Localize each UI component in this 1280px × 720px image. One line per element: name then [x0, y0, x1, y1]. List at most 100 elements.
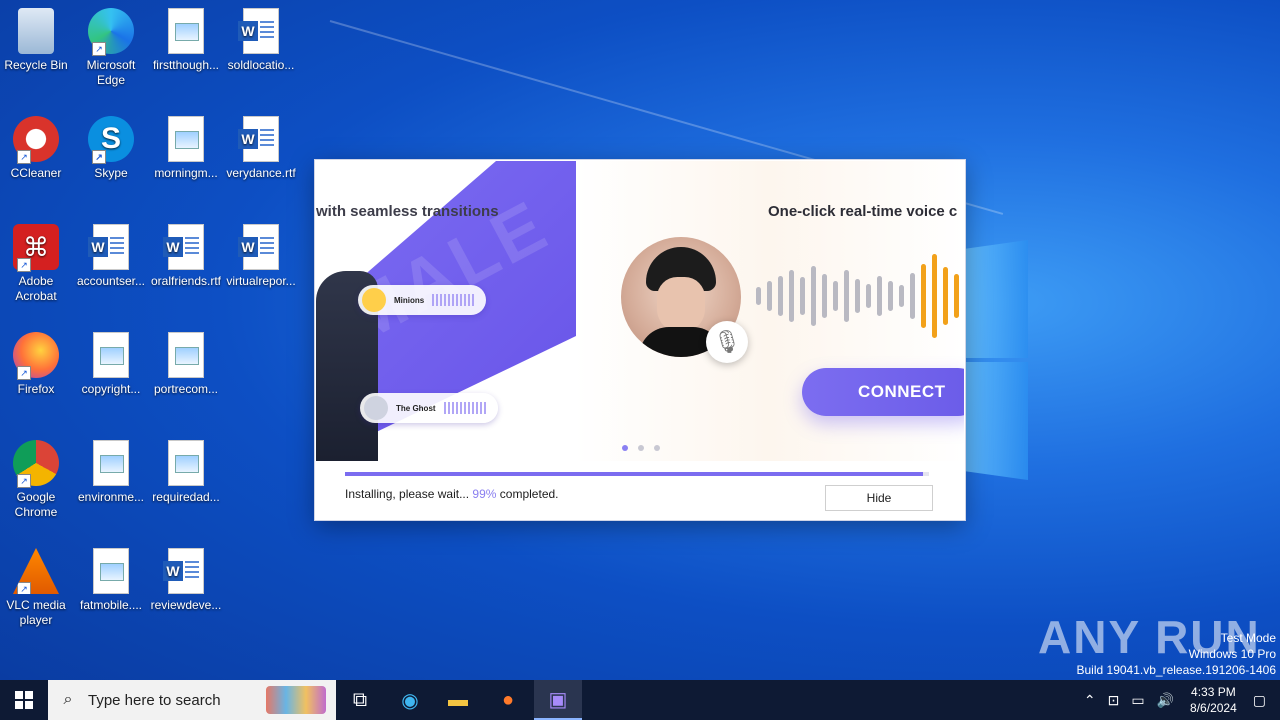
desktop-icon-label: portrecom...: [153, 382, 219, 396]
waveform-bar: [866, 284, 871, 308]
desktop-icon-label: VLC media player: [6, 598, 66, 627]
clock-time: 4:33 PM: [1191, 685, 1236, 699]
search-highlight-icon: [266, 686, 326, 714]
slide-dot-3[interactable]: [654, 445, 660, 451]
desktop-icon-label: reviewdeve...: [150, 598, 222, 612]
waveform-bar: [910, 273, 915, 319]
desktop-icon-label: soldlocatio...: [227, 58, 295, 72]
desktop-icon-vlc-media-player[interactable]: ↗ VLC media player: [0, 548, 72, 628]
voice-pill-minions: Minions: [358, 285, 487, 315]
waveform-bar: [855, 279, 860, 313]
hide-button[interactable]: Hide: [825, 485, 933, 511]
microphone-icon: 🎙: [706, 321, 748, 363]
desktop-icon-google-chrome[interactable]: ↗ Google Chrome: [0, 440, 72, 520]
voice-label-ghost: The Ghost: [396, 403, 436, 413]
desktop-icon-accountser[interactable]: Waccountser...: [75, 224, 147, 289]
chrome-icon: ↗: [13, 440, 59, 488]
edge-taskbar-icon[interactable]: ◉: [386, 680, 434, 720]
network-icon[interactable]: ▭: [1131, 692, 1144, 709]
waveform-bar: [767, 281, 772, 311]
waveform-bar: [954, 274, 959, 318]
connect-button[interactable]: CONNECT: [802, 368, 964, 416]
slide-dot-2[interactable]: [638, 445, 644, 451]
system-tray: ⌃ ⊡ ▭ 🔊 4:33 PM 8/6/2024 ▢: [1078, 680, 1280, 720]
desktop-icon-label: verydance.rtf: [226, 166, 296, 180]
file-explorer-icon[interactable]: ▬: [434, 680, 482, 720]
install-progress-bar: [345, 472, 929, 476]
search-icon: ⌕: [63, 691, 73, 708]
waveform-bar: [822, 274, 827, 318]
image-file-icon: [163, 332, 209, 378]
waveform-bar: [800, 277, 805, 315]
image-file-icon: [163, 440, 209, 486]
desktop-icon-skype[interactable]: S ↗ Skype: [75, 116, 147, 181]
desktop-icon-recycle-bin[interactable]: Recycle Bin: [0, 8, 72, 73]
desktop-icon-ccleaner[interactable]: ↗ CCleaner: [0, 116, 72, 181]
desktop-icon-fatmobile[interactable]: fatmobile....: [75, 548, 147, 613]
desktop-icon-requiredad[interactable]: requiredad...: [150, 440, 222, 505]
desktop-icon-adobe-acrobat[interactable]: ⌘ ↗ Adobe Acrobat: [0, 224, 72, 304]
volume-icon[interactable]: 🔊: [1157, 692, 1174, 709]
waveform-bar: [789, 270, 794, 322]
image-file-icon: [163, 8, 209, 54]
status-percent: 99%: [472, 487, 497, 501]
firefox-taskbar-icon[interactable]: ●: [484, 680, 532, 720]
word-doc-icon: W: [163, 224, 209, 270]
desktop-icon-oralfriends-rtf[interactable]: Woralfriends.rtf: [150, 224, 222, 289]
desktop-icon-label: Firefox: [17, 382, 55, 396]
desktop-icon-label: CCleaner: [10, 166, 62, 180]
slide-indicator: [622, 445, 660, 451]
desktop-icon-verydance-rtf[interactable]: Wverydance.rtf: [225, 116, 297, 181]
task-view-icon[interactable]: ⧉: [336, 680, 384, 720]
clock-date: 8/6/2024: [1190, 701, 1237, 715]
waveform-bar: [833, 281, 838, 311]
installer-taskbar-icon[interactable]: ▣: [534, 680, 582, 720]
desktop-icon-label: Google Chrome: [14, 490, 58, 519]
desktop-icon-firefox[interactable]: ↗ Firefox: [0, 332, 72, 397]
start-button[interactable]: [0, 680, 48, 720]
clock[interactable]: 4:33 PM 8/6/2024: [1190, 684, 1237, 716]
ghost-avatar: [364, 396, 388, 420]
desktop-icon-label: morningm...: [154, 166, 218, 180]
notifications-icon[interactable]: ▢: [1253, 692, 1266, 709]
recycle-bin-icon: [18, 8, 54, 54]
desktop-icon-virtualrepor[interactable]: Wvirtualrepor...: [225, 224, 297, 289]
word-doc-icon: W: [88, 224, 134, 270]
desktop-icon-environme[interactable]: environme...: [75, 440, 147, 505]
taskbar-search[interactable]: ⌕ Type here to search: [48, 680, 336, 720]
wave-icon: [432, 294, 477, 306]
taskbar: ⌕ Type here to search ⧉ ◉ ▬ ● ▣ ⌃ ⊡ ▭ 🔊 …: [0, 680, 1280, 720]
promo-slide: MALE with seamless transitions One-click…: [316, 161, 964, 461]
desktop-icon-label: fatmobile....: [79, 598, 143, 612]
desktop-icon-label: Recycle Bin: [4, 58, 68, 72]
desktop-icon-copyright[interactable]: copyright...: [75, 332, 147, 397]
network-adapter-icon[interactable]: ⊡: [1108, 692, 1120, 709]
windows-icon: [15, 691, 33, 709]
system-info: Test Mode Windows 10 Pro Build 19041.vb_…: [1077, 630, 1277, 678]
desktop-icon-label: virtualrepor...: [226, 274, 296, 288]
chevron-up-icon[interactable]: ⌃: [1084, 692, 1096, 709]
image-file-icon: [88, 548, 134, 594]
desktop-icon-portrecom[interactable]: portrecom...: [150, 332, 222, 397]
desktop-icon-label: copyright...: [81, 382, 141, 396]
desktop-icon-soldlocatio[interactable]: Wsoldlocatio...: [225, 8, 297, 73]
desktop-icon-label: Adobe Acrobat: [15, 274, 57, 303]
desktop-icon-microsoft-edge[interactable]: ↗ Microsoft Edge: [75, 8, 147, 88]
status-suffix: completed.: [499, 487, 559, 501]
desktop-icon-label: requiredad...: [152, 490, 220, 504]
waveform-bar: [932, 254, 937, 338]
windows-logo-wallpaper: [960, 240, 1030, 480]
wave-icon: [443, 402, 488, 414]
image-file-icon: [88, 440, 134, 486]
test-mode-label: Test Mode: [1220, 631, 1276, 645]
vlc-icon: ↗: [13, 548, 59, 594]
waveform-bar: [899, 285, 904, 307]
waveform-bar: [877, 276, 882, 316]
desktop-icon-reviewdeve[interactable]: Wreviewdeve...: [150, 548, 222, 613]
desktop-icon-label: Skype: [94, 166, 128, 180]
slide-dot-1[interactable]: [622, 445, 628, 451]
desktop-icon-morningm[interactable]: morningm...: [150, 116, 222, 181]
slide-heading-right: One-click real-time voice c: [768, 203, 958, 220]
waveform-bar: [921, 264, 926, 328]
desktop-icon-firstthough[interactable]: firstthough...: [150, 8, 222, 73]
